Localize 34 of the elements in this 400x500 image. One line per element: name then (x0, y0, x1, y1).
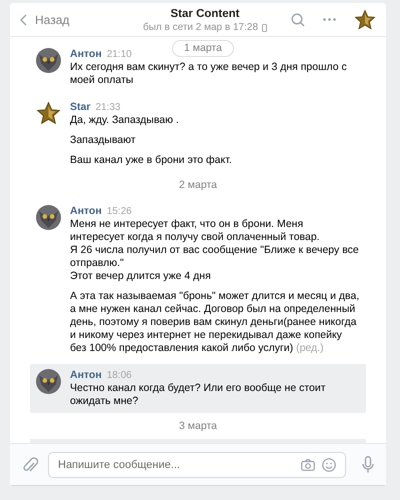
message-text: Честно канал когда будет? Или его вообще не стоит ожидать мне? (70, 382, 327, 408)
back-button[interactable]: Назад (20, 10, 70, 28)
message-text: Их сегодня вам скинут? а то уже вечер и 3 дня прошло с моей оплаты (70, 61, 348, 87)
author-name[interactable]: Star (70, 101, 90, 113)
smiley-icon[interactable] (322, 458, 336, 472)
camera-icon[interactable] (301, 458, 315, 470)
paperclip-icon[interactable] (22, 456, 38, 474)
message-text: Запаздывают (70, 134, 137, 147)
message-text: Я 26 числа получил от вас сообщение "Ближе к вечеру все отправлю." (70, 244, 360, 270)
message-time: 21:33 (95, 102, 120, 114)
author-name[interactable]: Антон (70, 48, 102, 60)
message-input[interactable]: Напишите сообщение... (48, 452, 346, 478)
search-icon[interactable] (291, 12, 305, 26)
message-text: Меня не интересует факт, что он в брони. Меня интересует когда я получу свой оплаченный товар. (70, 218, 321, 244)
message-text: Ваш канал уже в брони это факт. (70, 154, 233, 167)
chat-title: Star Content (170, 7, 240, 21)
date-pill: 1 марта (172, 40, 234, 57)
author-name[interactable]: Антон (70, 368, 102, 381)
microphone-icon[interactable] (362, 456, 374, 473)
message-text: Да, жду. Запаздываю . (70, 114, 180, 127)
online-status: был в сети 2 мар в 17:28 (142, 21, 258, 34)
phone-icon (262, 24, 268, 32)
message-text: А эта так называемая "бронь" может длится и месяц и два, а мне нужен канал сейчас. Договор был на определенный день, поэтому я поверив вам скинул деньги(ранее никогда и никому через интернет не перекидывал даже копейку без 100% предоставления какой либо услуги) (ред.) (70, 290, 360, 355)
date-separator: 3 марта (179, 418, 217, 434)
author-name[interactable]: Антон (70, 204, 102, 217)
message-text: Этот вечер длится уже 4 дня (70, 270, 212, 283)
edited-mark: (ред.) (295, 342, 324, 354)
message-time: 21:10 (106, 49, 132, 61)
message-time: 18:06 (106, 370, 132, 382)
chevron-left-icon (20, 14, 27, 26)
avatar (354, 8, 376, 30)
date-separator: 2 марта (179, 178, 217, 193)
more-icon[interactable] (323, 18, 336, 21)
message-time: 15:26 (106, 206, 132, 218)
